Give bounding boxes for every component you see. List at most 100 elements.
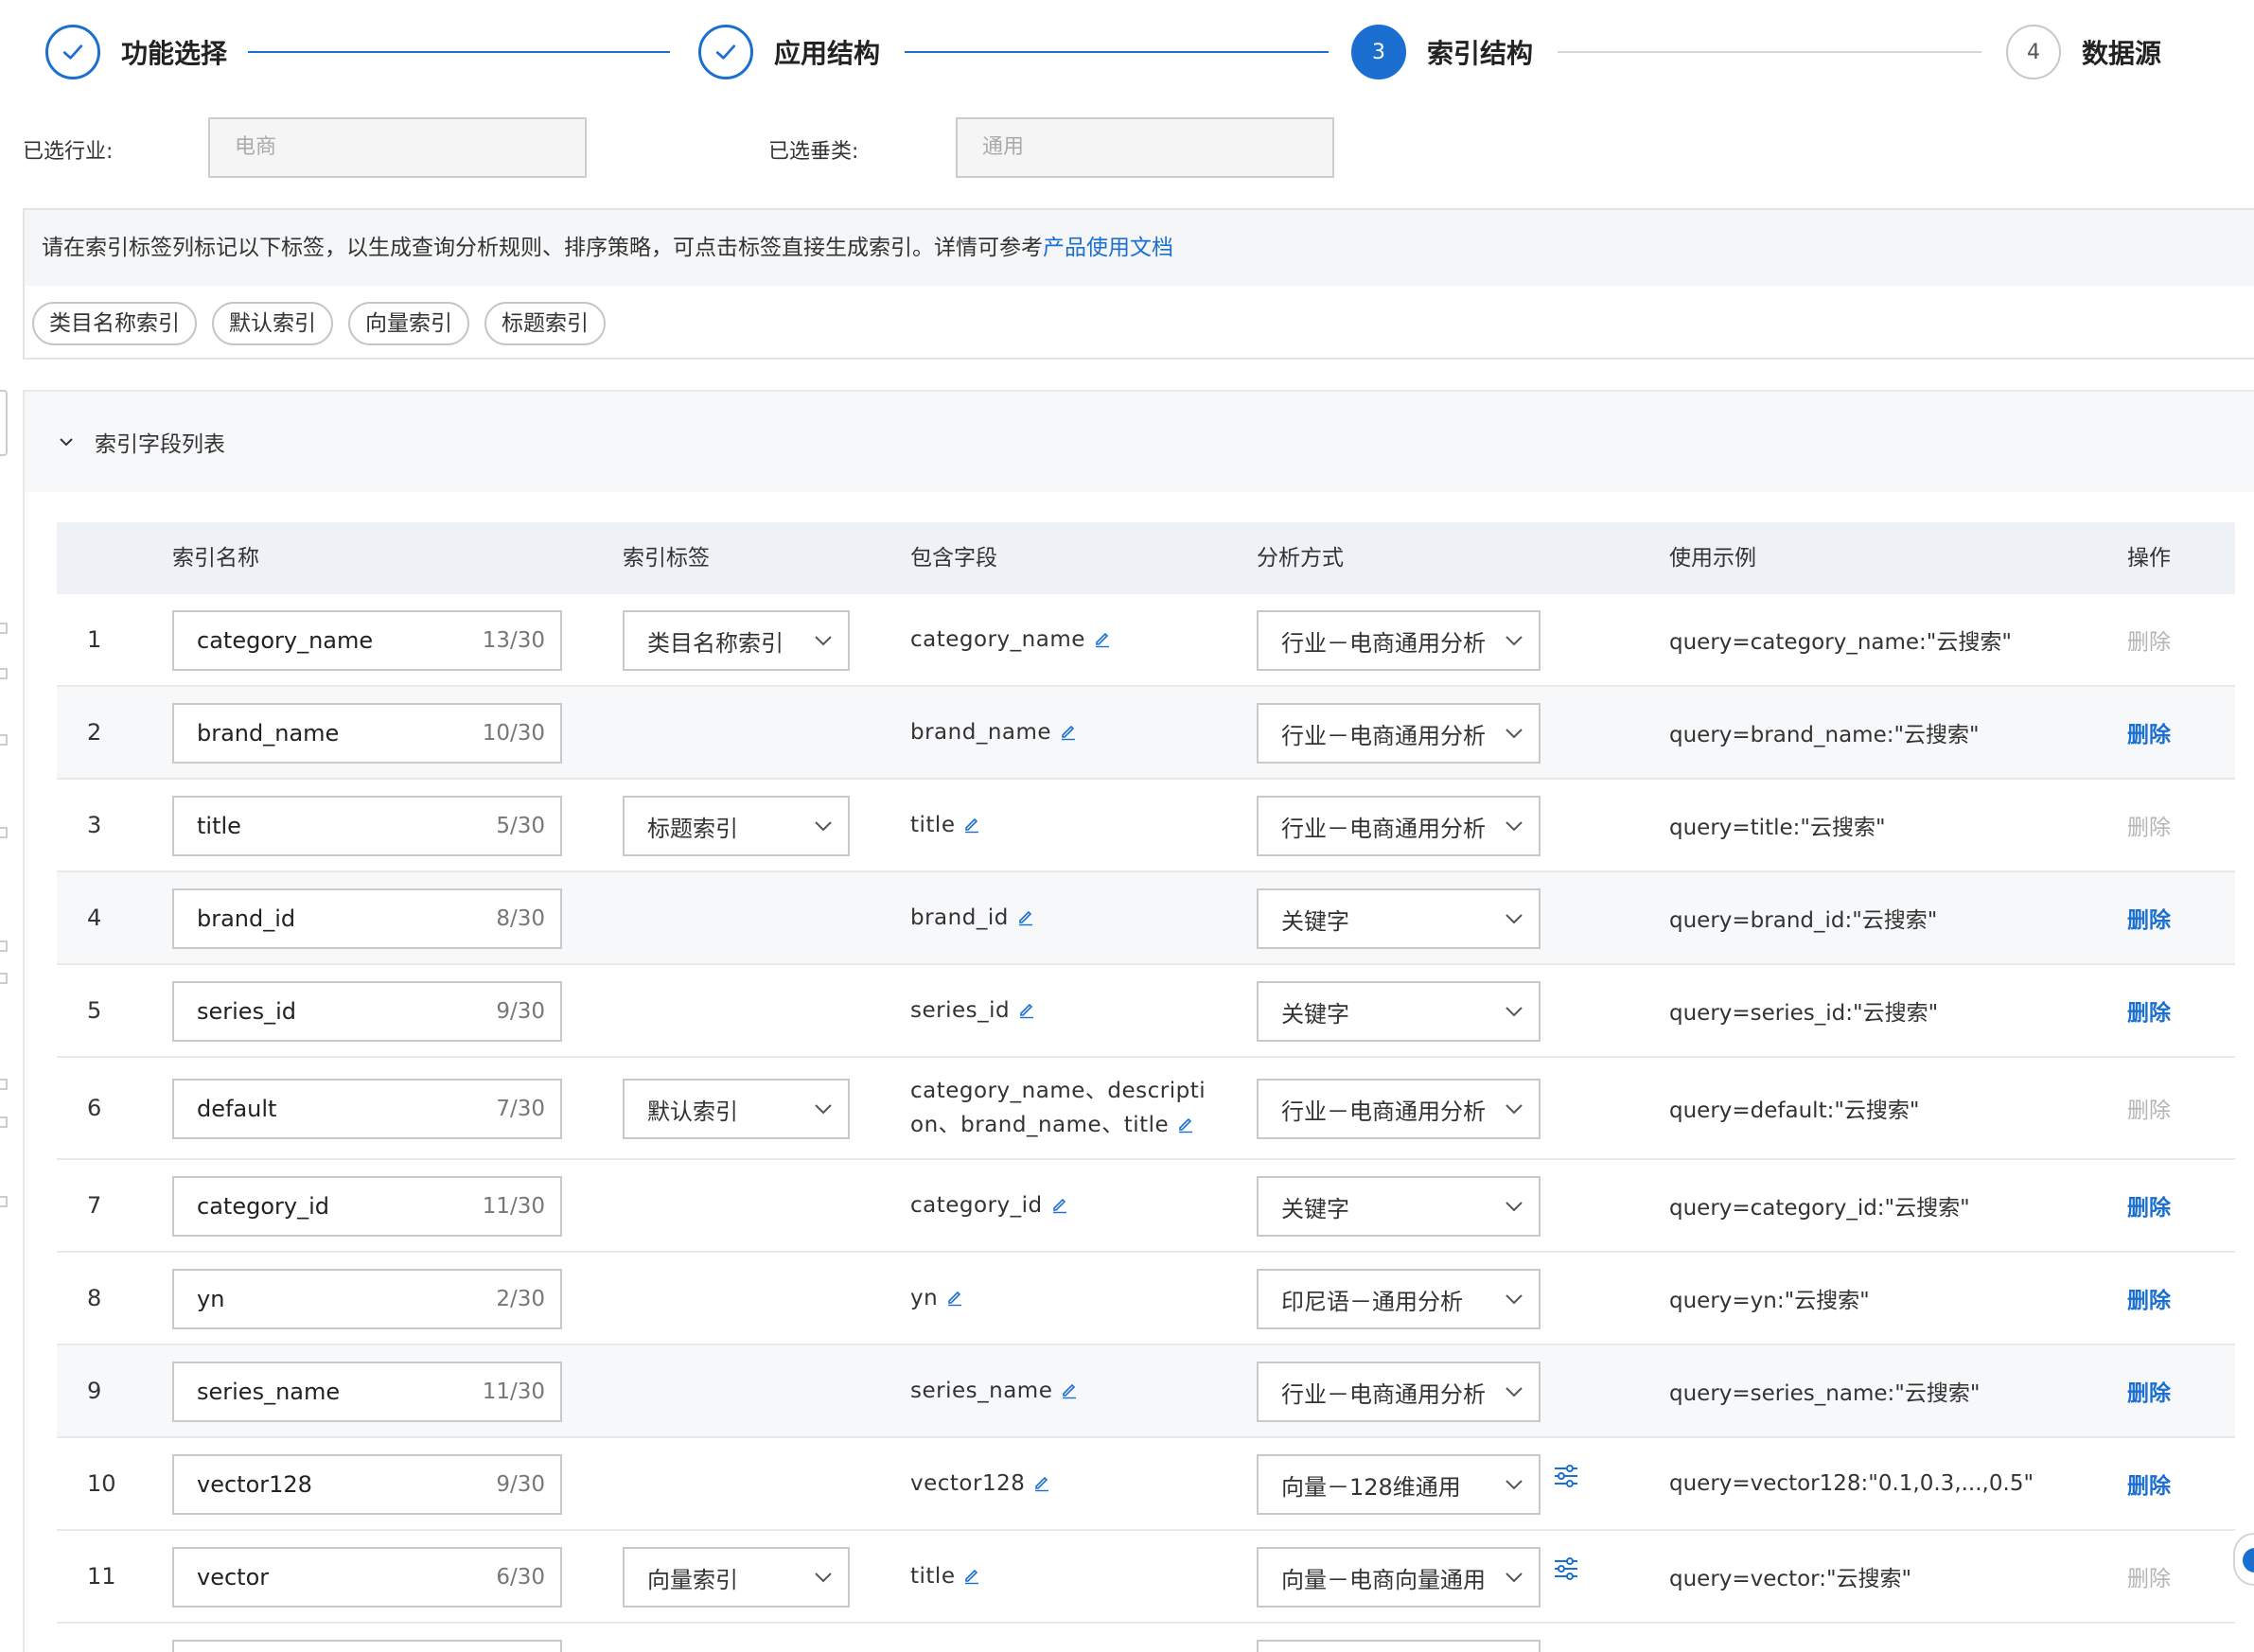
chevron-down-icon (1506, 1573, 1523, 1583)
index-name-input[interactable]: vector 6/30 (172, 1547, 562, 1608)
index-name-input[interactable] (172, 1640, 562, 1652)
step-connector (248, 51, 670, 53)
char-counter: 11/30 (482, 1194, 545, 1219)
step-label: 功能选择 (121, 38, 228, 69)
index-tag-value: 向量索引 (647, 1566, 738, 1593)
chevron-down-icon (1506, 1202, 1523, 1212)
chevron-down-icon (60, 438, 73, 447)
usage-example: query=category_id:"云搜索" (1669, 1196, 1970, 1221)
table-row: 4 brand_id 8/30 brand_id 关键字 query=brand_id:"… (57, 872, 2235, 965)
edit-icon[interactable] (1016, 907, 1035, 926)
delete-button[interactable]: 删除 (2127, 1253, 2171, 1344)
collapsed-side-handle[interactable] (0, 390, 8, 456)
tag-title[interactable]: 标题索引 (484, 302, 606, 345)
analysis-select[interactable]: 向量－电商向量通用 (1257, 1547, 1541, 1608)
step-2[interactable]: 应用结构 (698, 25, 880, 79)
index-name-input[interactable]: series_name 11/30 (172, 1362, 562, 1422)
delete-button[interactable]: 删除 (2127, 780, 2171, 870)
row-index: 1 (87, 626, 102, 653)
analysis-settings-button[interactable] (1552, 1555, 1580, 1583)
analysis-select[interactable]: 印尼语－通用分析 (1257, 1269, 1541, 1329)
index-tag-select[interactable]: 类目名称索引 (623, 610, 850, 671)
index-tag-select[interactable]: 标题索引 (623, 796, 850, 856)
step-3[interactable]: 3 索引结构 (1351, 25, 1533, 79)
table-row: 8 yn 2/30 yn 印尼语－通用分析 query=yn:"云搜索" 删除 (57, 1253, 2235, 1345)
delete-button[interactable]: 删除 (2127, 1345, 2171, 1436)
index-name-input[interactable]: vector128 9/30 (172, 1454, 562, 1515)
index-tag-value: 默认索引 (647, 1098, 738, 1125)
edit-icon[interactable] (1017, 1000, 1036, 1019)
edit-icon[interactable] (1032, 1473, 1051, 1492)
table-row: 9 series_name 11/30 series_name 行业－电商通用分析 que… (57, 1345, 2235, 1438)
delete-button[interactable]: 删除 (2127, 1160, 2171, 1251)
usage-example: query=vector:"云搜索" (1669, 1567, 1912, 1591)
edit-icon[interactable] (1050, 1195, 1069, 1214)
analysis-select[interactable]: 行业－电商通用分析 (1257, 1079, 1541, 1139)
table-row (57, 1624, 2235, 1652)
analysis-select[interactable]: 关键字 (1257, 888, 1541, 949)
index-tag-select[interactable]: 默认索引 (623, 1079, 850, 1139)
char-counter: 8/30 (496, 906, 545, 931)
analysis-select[interactable]: 行业－电商通用分析 (1257, 1362, 1541, 1422)
char-counter: 5/30 (496, 814, 545, 838)
edge-tick (0, 1196, 8, 1207)
step-1[interactable]: 功能选择 (45, 25, 227, 79)
edit-icon[interactable] (1059, 722, 1078, 741)
analysis-select[interactable]: 行业－电商通用分析 (1257, 796, 1541, 856)
edge-tick (0, 827, 8, 838)
analysis-value: 向量－128维通用 (1281, 1473, 1461, 1501)
included-fields: title (910, 780, 1213, 870)
delete-button[interactable]: 删除 (2127, 1438, 2171, 1529)
table-row: 3 title 5/30 标题索引 title 行业－电商通用分析 query=title:… (57, 780, 2235, 872)
edit-icon[interactable] (962, 1566, 981, 1585)
delete-button[interactable]: 删除 (2127, 594, 2171, 685)
index-name-input[interactable]: category_id 11/30 (172, 1176, 562, 1237)
edit-icon[interactable] (1060, 1380, 1079, 1399)
category-label: 已选垂类: (768, 140, 859, 164)
tag-vector[interactable]: 向量索引 (348, 302, 469, 345)
docs-link[interactable]: 产品使用文档 (1043, 236, 1173, 260)
delete-button[interactable]: 删除 (2127, 687, 2171, 778)
delete-button[interactable]: 删除 (2127, 1531, 2171, 1622)
analysis-select[interactable]: 行业－电商通用分析 (1257, 703, 1541, 764)
table-body: 1 category_name 13/30 类目名称索引 category_name 行业… (57, 594, 2235, 1652)
delete-button[interactable]: 删除 (2127, 965, 2171, 1056)
delete-button[interactable]: 删除 (2127, 872, 2171, 963)
index-name-input[interactable]: category_name 13/30 (172, 610, 562, 671)
analysis-select[interactable]: 关键字 (1257, 1176, 1541, 1237)
col-analysis: 分析方式 (1257, 546, 1344, 571)
analysis-select[interactable]: 行业－电商通用分析 (1257, 610, 1541, 671)
analysis-select[interactable] (1257, 1640, 1541, 1652)
row-index: 3 (87, 812, 102, 838)
settings-sliders-icon[interactable] (1552, 1555, 1580, 1583)
index-name-input[interactable]: default 7/30 (172, 1079, 562, 1139)
analysis-value: 关键字 (1281, 1195, 1349, 1222)
index-name-input[interactable]: brand_name 10/30 (172, 703, 562, 764)
settings-sliders-icon[interactable] (1552, 1462, 1580, 1490)
index-name-input[interactable]: series_id 9/30 (172, 981, 562, 1042)
row-index: 7 (87, 1192, 102, 1219)
index-name-input[interactable]: title 5/30 (172, 796, 562, 856)
index-name-value: category_id (197, 1193, 329, 1220)
step-4[interactable]: 4 数据源 (2006, 25, 2161, 79)
edit-icon[interactable] (1093, 629, 1112, 648)
index-name-input[interactable]: brand_id 8/30 (172, 888, 562, 949)
usage-example: query=series_id:"云搜索" (1669, 1001, 1939, 1026)
edge-tick (0, 668, 8, 679)
analysis-select[interactable]: 向量－128维通用 (1257, 1454, 1541, 1515)
tag-category-name[interactable]: 类目名称索引 (32, 302, 197, 345)
edit-icon[interactable] (962, 815, 981, 834)
analysis-settings-button[interactable] (1552, 1462, 1580, 1490)
index-name-input[interactable]: yn 2/30 (172, 1269, 562, 1329)
analysis-value: 行业－电商通用分析 (1281, 629, 1486, 657)
delete-button[interactable]: 删除 (2127, 1058, 2171, 1158)
col-tag: 索引标签 (623, 546, 710, 571)
usage-example: query=yn:"云搜索" (1669, 1289, 1870, 1313)
index-tag-value: 类目名称索引 (647, 629, 784, 657)
edit-icon[interactable] (1176, 1115, 1195, 1134)
analysis-select[interactable]: 关键字 (1257, 981, 1541, 1042)
index-tag-select[interactable]: 向量索引 (623, 1547, 850, 1608)
panel-header[interactable]: 索引字段列表 (25, 392, 2254, 492)
edit-icon[interactable] (945, 1288, 964, 1307)
tag-default[interactable]: 默认索引 (212, 302, 333, 345)
